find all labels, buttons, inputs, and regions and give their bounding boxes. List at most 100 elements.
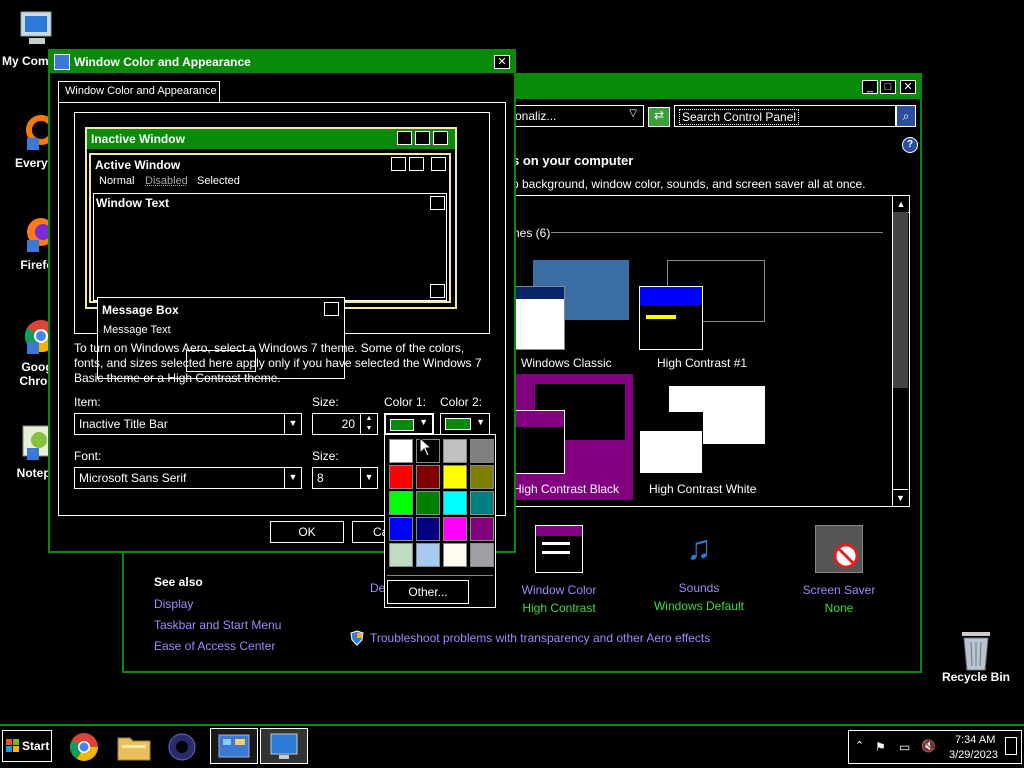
color-swatch[interactable]: [470, 439, 494, 463]
preview-btn: [430, 284, 445, 298]
windows-logo-icon: [6, 739, 20, 753]
taskbar-app[interactable]: [162, 730, 202, 764]
page-heading: s on your computer: [512, 153, 634, 168]
chevron-down-icon[interactable]: ▼: [284, 414, 301, 434]
minimize-button[interactable]: _: [862, 80, 878, 94]
tab-window-color[interactable]: Window Color and Appearance: [58, 81, 220, 103]
tab-label: Window Color and Appearance: [65, 85, 217, 97]
show-desktop-icon[interactable]: [1005, 737, 1017, 755]
sounds-value: Windows Default: [653, 599, 745, 613]
color2-picker[interactable]: ▼: [440, 413, 490, 435]
troubleshoot-link[interactable]: Troubleshoot problems with transparency …: [370, 631, 710, 645]
theme-high-contrast-white[interactable]: High Contrast White: [639, 384, 773, 496]
network-icon[interactable]: ▭: [899, 740, 910, 754]
color-swatch[interactable]: [416, 491, 440, 515]
color-swatch[interactable]: [470, 465, 494, 489]
group-divider: [551, 232, 883, 233]
color-swatch[interactable]: [443, 465, 467, 489]
screen-saver-value: None: [824, 601, 854, 615]
color-swatch[interactable]: [470, 491, 494, 515]
window-color-link[interactable]: Window Color High Contrast: [514, 525, 604, 615]
close-button[interactable]: ✕: [900, 80, 916, 94]
color1-picker[interactable]: ▼: [384, 413, 434, 435]
see-also-ease-of-access[interactable]: Ease of Access Center: [154, 639, 275, 653]
other-colors-button[interactable]: Other...: [387, 580, 469, 604]
close-button[interactable]: ✕: [494, 55, 510, 69]
color-swatch[interactable]: [443, 439, 467, 463]
theme-list[interactable]: nes (6) Windows Classic High Contrast #1: [512, 195, 910, 507]
item-select[interactable]: Inactive Title Bar ▼: [74, 413, 302, 435]
scroll-thumb[interactable]: [893, 212, 908, 388]
color-swatch[interactable]: [443, 543, 467, 567]
desktop-icon-label: Recycle Bin: [941, 670, 1011, 684]
show-hidden-icons-icon[interactable]: ⌃: [855, 739, 864, 752]
desktop-icon-recycle-bin[interactable]: Recycle Bin: [936, 626, 1016, 684]
theme-preview-window: [639, 286, 703, 350]
inactive-title: Inactive Window: [87, 129, 455, 149]
theme-label: High Contrast Black: [513, 482, 620, 496]
palette-grid: [387, 437, 495, 567]
taskbar-explorer[interactable]: [114, 730, 154, 764]
scroll-down-icon[interactable]: ▼: [893, 489, 908, 506]
preview-btn: [409, 157, 424, 171]
window-text-preview: Window Text: [93, 193, 447, 301]
screen-saver-link[interactable]: Screen Saver None: [784, 525, 894, 615]
font-size-select[interactable]: 8 ▼: [312, 467, 378, 489]
spinner-arrows-icon[interactable]: ▲ ▼: [360, 414, 377, 434]
theme-high-contrast-black[interactable]: High Contrast Black: [513, 374, 633, 500]
chevron-down-icon[interactable]: ▽: [629, 108, 637, 119]
preview-pane[interactable]: Inactive Window Active Window Normal Dis…: [74, 112, 490, 379]
color-swatch[interactable]: [389, 517, 413, 541]
sounds-link[interactable]: ♫ Sounds Windows Default: [644, 525, 754, 613]
see-also-taskbar[interactable]: Taskbar and Start Menu: [154, 618, 281, 632]
color2-label: Color 2:: [440, 395, 483, 409]
chevron-down-icon[interactable]: ▼: [284, 468, 301, 488]
address-bar[interactable]: onaliz... ▽: [512, 105, 644, 127]
preview-btn: [433, 131, 448, 145]
dialog-titlebar[interactable]: Window Color and Appearance: [50, 51, 514, 73]
scrollbar[interactable]: ▲ ▼: [892, 196, 909, 506]
color-swatch[interactable]: [470, 543, 494, 567]
preview-btn: [431, 157, 446, 171]
color-swatch[interactable]: [389, 491, 413, 515]
maximize-button[interactable]: □: [880, 80, 896, 94]
start-button[interactable]: Start: [2, 730, 52, 762]
color-swatch[interactable]: [470, 517, 494, 541]
scroll-up-icon[interactable]: ▲: [893, 196, 909, 213]
action-center-flag-icon[interactable]: ⚑: [875, 740, 886, 754]
see-also-display[interactable]: Display: [154, 597, 193, 611]
color-swatch[interactable]: [416, 543, 440, 567]
font-select[interactable]: Microsoft Sans Serif ▼: [74, 467, 302, 489]
start-label: Start: [22, 739, 50, 753]
color-swatch[interactable]: [389, 543, 413, 567]
volume-muted-icon[interactable]: 🔇: [921, 739, 936, 753]
taskbar-control-panel[interactable]: [210, 728, 258, 764]
search-icon[interactable]: ⌕: [896, 105, 916, 127]
size-spinner[interactable]: 20 ▲ ▼: [312, 413, 378, 435]
clock-date[interactable]: 3/29/2023: [949, 749, 998, 761]
theme-high-contrast-1[interactable]: High Contrast #1: [639, 258, 773, 370]
refresh-icon[interactable]: ⇄: [648, 107, 670, 127]
color-swatch[interactable]: [389, 439, 413, 463]
window-color-icon: [535, 525, 583, 573]
color-swatch[interactable]: [443, 517, 467, 541]
size-label: Size:: [312, 395, 339, 409]
color-swatch[interactable]: [416, 465, 440, 489]
chevron-down-icon: ▼: [476, 417, 485, 427]
taskbar-personalization[interactable]: [260, 728, 308, 764]
theme-windows-classic[interactable]: Windows Classic: [513, 258, 637, 370]
ok-button[interactable]: OK: [270, 521, 344, 543]
clock-time[interactable]: 7:34 AM: [955, 734, 995, 746]
font-label: Font:: [74, 449, 102, 463]
taskbar-chrome[interactable]: [64, 730, 104, 764]
theme-label: Windows Classic: [521, 356, 612, 370]
screen-saver-label: Screen Saver: [802, 583, 876, 597]
search-input[interactable]: Search Control Panel: [674, 105, 896, 127]
chevron-down-icon[interactable]: ▼: [360, 468, 377, 488]
color-palette-popup[interactable]: Other...: [384, 434, 496, 608]
help-icon[interactable]: ?: [902, 137, 918, 153]
group-label: nes (6): [513, 226, 551, 240]
color-swatch[interactable]: [443, 491, 467, 515]
color-swatch[interactable]: [416, 517, 440, 541]
color-swatch[interactable]: [389, 465, 413, 489]
